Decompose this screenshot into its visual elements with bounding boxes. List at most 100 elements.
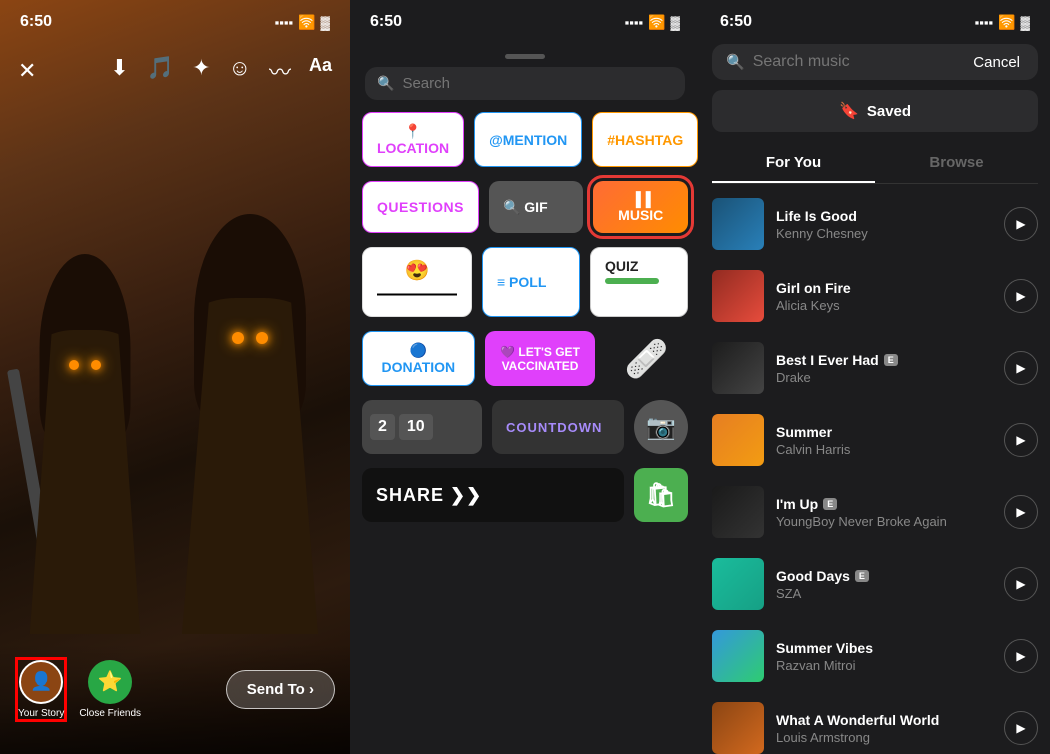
explicit-badge: E xyxy=(884,354,898,366)
jawa-right xyxy=(170,214,330,634)
jawa-scene xyxy=(0,0,350,754)
donation-sticker[interactable]: 🔵 DONATION xyxy=(362,331,475,386)
timer-sticker[interactable]: 2 10 xyxy=(362,400,482,454)
music-search-input[interactable] xyxy=(753,53,966,71)
music-sticker[interactable]: ▐▐ MUSIC xyxy=(593,181,688,233)
song-artist: Razvan Mitroi xyxy=(776,658,992,673)
song-title: Best I Ever Had E xyxy=(776,352,992,368)
music-list-item[interactable]: Life Is Good Kenny Chesney ▶ xyxy=(700,188,1050,260)
status-time: 6:50 xyxy=(20,13,52,31)
music-search-bar[interactable]: 🔍 Cancel xyxy=(712,44,1038,80)
countdown-sticker[interactable]: COUNTDOWN xyxy=(492,400,624,454)
close-friends-button[interactable]: ⭐ Close Friends xyxy=(79,660,141,719)
location-sticker[interactable]: 📍 LOCATION xyxy=(362,112,464,167)
eyes xyxy=(232,332,268,344)
play-button[interactable]: ▶ xyxy=(1004,711,1038,745)
saved-button[interactable]: 🔖 Saved xyxy=(712,90,1038,132)
music-list-item[interactable]: Good Days E SZA ▶ xyxy=(700,548,1050,620)
album-art xyxy=(712,198,764,250)
sparkle-icon[interactable]: ✦ xyxy=(192,55,210,87)
play-button[interactable]: ▶ xyxy=(1004,639,1038,673)
poll-sticker[interactable]: ≡ POLL xyxy=(482,247,580,317)
status-bar: 6:50 ▪▪▪▪ 🛜 ▓ xyxy=(350,0,700,44)
sticker-row-3: 😍 ———— ≡ POLL QUIZ xyxy=(362,247,688,317)
status-icons: ▪▪▪▪ 🛜 ▓ xyxy=(625,14,680,31)
play-button[interactable]: ▶ xyxy=(1004,279,1038,313)
mention-sticker[interactable]: @MENTION xyxy=(474,112,582,167)
album-art xyxy=(712,414,764,466)
wifi-icon: 🛜 xyxy=(298,14,315,31)
status-time: 6:50 xyxy=(370,13,402,31)
gif-sticker[interactable]: 🔍 GIF xyxy=(489,181,584,233)
timer-digit-1: 2 xyxy=(370,414,395,440)
music-info: Girl on Fire Alicia Keys xyxy=(776,280,992,313)
eye-left xyxy=(232,332,244,344)
eye-left xyxy=(69,360,79,370)
play-button[interactable]: ▶ xyxy=(1004,423,1038,457)
close-button[interactable]: ✕ xyxy=(18,58,36,84)
music-info: Summer Vibes Razvan Mitroi xyxy=(776,640,992,673)
eye-right xyxy=(256,332,268,344)
bag-sticker[interactable]: 🛍 xyxy=(634,468,688,522)
battery-icon: ▓ xyxy=(671,15,680,30)
share-sticker[interactable]: SHARE ❯❯ xyxy=(362,468,624,522)
sticker-row-4: 🔵 DONATION 💜 LET'S GET VACCINATED 🩹 xyxy=(362,331,688,386)
wavy-icon[interactable]: 〰 xyxy=(269,55,291,87)
song-title: Girl on Fire xyxy=(776,280,992,296)
music-list-item[interactable]: Girl on Fire Alicia Keys ▶ xyxy=(700,260,1050,332)
emoji-sticker[interactable]: 😍 ———— xyxy=(362,247,472,317)
text-icon[interactable]: Aa xyxy=(309,55,332,87)
play-button[interactable]: ▶ xyxy=(1004,207,1038,241)
music-list-item[interactable]: Best I Ever Had E Drake ▶ xyxy=(700,332,1050,404)
eye-right xyxy=(91,360,101,370)
sticker-row-5: 2 10 COUNTDOWN 📷 xyxy=(362,400,688,454)
questions-sticker[interactable]: QUESTIONS xyxy=(362,181,479,233)
quiz-sticker[interactable]: QUIZ xyxy=(590,247,688,317)
song-artist: SZA xyxy=(776,586,992,601)
search-icon: 🔍 xyxy=(377,75,394,92)
saved-label: Saved xyxy=(867,103,911,120)
song-title: What A Wonderful World xyxy=(776,712,992,728)
hashtag-sticker[interactable]: #HASHTAG xyxy=(592,112,698,167)
music-list-item[interactable]: Summer Calvin Harris ▶ xyxy=(700,404,1050,476)
vaccinated-sticker[interactable]: 💜 LET'S GET VACCINATED xyxy=(485,331,596,386)
music-info: Best I Ever Had E Drake xyxy=(776,352,992,385)
play-button[interactable]: ▶ xyxy=(1004,495,1038,529)
tab-for-you[interactable]: For You xyxy=(712,144,875,183)
music-list: Life Is Good Kenny Chesney ▶ Girl on Fir… xyxy=(700,188,1050,754)
album-art xyxy=(712,342,764,394)
music-list-item[interactable]: I'm Up E YoungBoy Never Broke Again ▶ xyxy=(700,476,1050,548)
song-title: I'm Up E xyxy=(776,496,992,512)
song-title: Summer Vibes xyxy=(776,640,992,656)
song-artist: Kenny Chesney xyxy=(776,226,992,241)
quiz-progress xyxy=(605,278,659,284)
song-artist: Alicia Keys xyxy=(776,298,992,313)
your-story-button[interactable]: 👤 Your Story xyxy=(15,657,67,722)
download-icon[interactable]: ⬇ xyxy=(110,55,128,87)
music-list-item[interactable]: Summer Vibes Razvan Mitroi ▶ xyxy=(700,620,1050,692)
eyes xyxy=(69,360,101,370)
album-art xyxy=(712,270,764,322)
battery-icon: ▓ xyxy=(321,15,330,30)
play-button[interactable]: ▶ xyxy=(1004,567,1038,601)
music-icon[interactable]: 🎵 xyxy=(147,55,174,87)
music-info: Good Days E SZA xyxy=(776,568,992,601)
search-bar[interactable]: 🔍 xyxy=(365,67,685,100)
toolbar: ✕ ⬇ 🎵 ✦ ☺ 〰 Aa xyxy=(0,44,350,98)
song-title: Life Is Good xyxy=(776,208,992,224)
battery-icon: ▓ xyxy=(1021,15,1030,30)
camera-sticker[interactable]: 📷 xyxy=(634,400,688,454)
status-bar: 6:50 ▪▪▪▪ 🛜 ▓ xyxy=(0,0,350,44)
search-input[interactable] xyxy=(402,75,673,92)
album-art xyxy=(712,558,764,610)
music-list-item[interactable]: What A Wonderful World Louis Armstrong ▶ xyxy=(700,692,1050,754)
face-icon[interactable]: ☺ xyxy=(229,55,251,87)
panel-stickers: 6:50 ▪▪▪▪ 🛜 ▓ 🔍 📍 LOCATION @MENTION #HAS… xyxy=(350,0,700,754)
send-to-button[interactable]: Send To › xyxy=(226,670,335,709)
tab-browse[interactable]: Browse xyxy=(875,144,1038,183)
signal-icon: ▪▪▪▪ xyxy=(625,15,643,30)
cancel-button[interactable]: Cancel xyxy=(973,54,1020,71)
bottom-bar: 👤 Your Story ⭐ Close Friends Send To › xyxy=(0,644,350,754)
search-icon: 🔍 xyxy=(726,53,745,71)
play-button[interactable]: ▶ xyxy=(1004,351,1038,385)
